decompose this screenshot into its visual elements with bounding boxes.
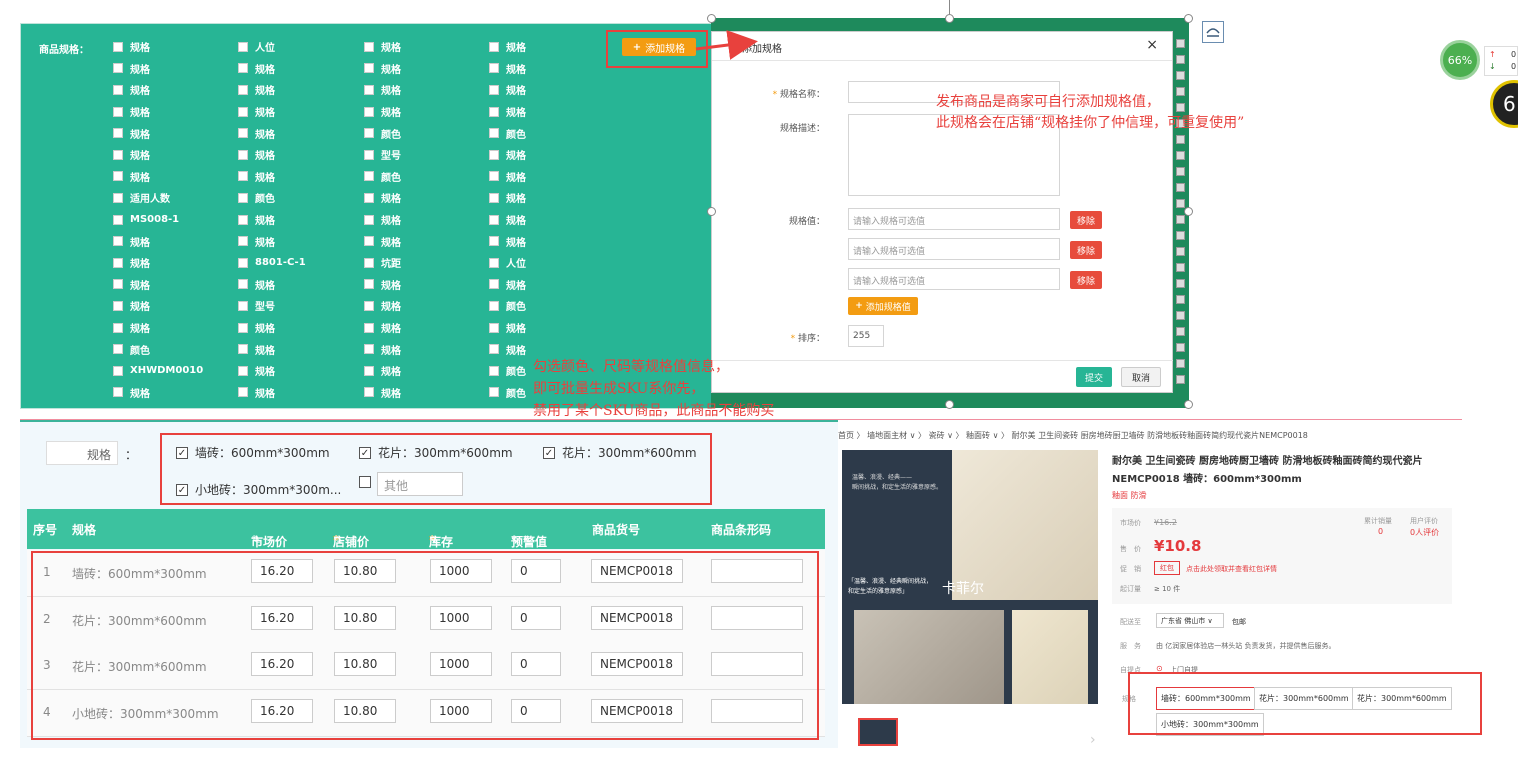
image-text-2: 瞬间挑战，和定生活的雅意原感。 bbox=[852, 484, 943, 491]
image-brand: 卡菲尔 bbox=[942, 581, 984, 597]
market-price-label: 市场价 bbox=[1120, 519, 1141, 527]
ship-region-select[interactable]: 广东省 佛山市 ∨ bbox=[1156, 613, 1224, 628]
promo-label: 促 销 bbox=[1120, 565, 1141, 573]
highlight-box-sku-rows bbox=[31, 551, 819, 740]
up-arrow-icon: ↑ bbox=[1489, 50, 1496, 59]
up-value: 0 bbox=[1511, 50, 1517, 59]
arrow-to-dialog bbox=[695, 30, 758, 60]
image-caption-1: 「温馨、浪漫、经典瞬间挑战， bbox=[848, 578, 933, 585]
review-value[interactable]: 0人评价 bbox=[1410, 527, 1439, 538]
service-label: 服 务 bbox=[1120, 642, 1141, 650]
speed-widget[interactable]: 66% bbox=[1440, 40, 1480, 80]
breadcrumb: 首页 〉 墙地面主材 ∨ 〉 瓷砖 ∨ 〉 釉面砖 ∨ 〉 耐尔美 卫生间瓷砖 … bbox=[838, 431, 1308, 440]
tile-sample-image bbox=[1012, 610, 1088, 704]
annotation-note-2-line-2: 即可批量生成SKU系你先， bbox=[533, 381, 705, 397]
ship-free: 包邮 bbox=[1232, 618, 1246, 626]
col-header-sku: 商品货号 bbox=[592, 523, 641, 537]
min-order-value: ≥ 10 件 bbox=[1154, 585, 1181, 593]
down-value: 0 bbox=[1511, 62, 1517, 71]
market-price: ¥16.2 bbox=[1154, 518, 1177, 527]
highlight-box-product-specs bbox=[1128, 672, 1482, 735]
current-price: ¥10.8 bbox=[1154, 537, 1202, 555]
col-header-barcode: 商品条形码 bbox=[711, 523, 772, 537]
room-image bbox=[854, 610, 1004, 704]
edit-icon[interactable]: ✎ bbox=[429, 533, 439, 547]
price-box: 市场价 ¥16.2 累计销量 0 用户评价 0人评价 售 价 ¥10.8 促 销… bbox=[1112, 508, 1452, 604]
annotation-note-1-line-1: 发布商品是商家可自行添加规格值， bbox=[936, 94, 1160, 110]
sku-spec-label-box: 规格 bbox=[46, 441, 118, 465]
highlight-box-options bbox=[160, 433, 712, 505]
sku-spec-colon: ： bbox=[125, 448, 138, 462]
annotation-note-2-line-3: 禁用了某个SKU商品，此商品不能购买 bbox=[533, 403, 775, 419]
image-text-1: 温馨、浪漫、经典—— bbox=[852, 474, 913, 481]
promo-link[interactable]: 点击此处领取并查看红包详情 bbox=[1186, 564, 1277, 574]
service-text: 由 亿润家居体验店一林头站 负责发货，并提供售后服务。 bbox=[1156, 642, 1336, 650]
col-header-no: 序号 bbox=[33, 523, 58, 537]
edit-icon[interactable]: ✎ bbox=[251, 533, 261, 547]
edit-icon[interactable]: ✎ bbox=[333, 533, 343, 547]
review-label: 用户评价 bbox=[1410, 517, 1438, 525]
sales-label: 累计销量 bbox=[1364, 517, 1392, 525]
chevron-right-icon[interactable]: › bbox=[1090, 732, 1096, 748]
product-title-line-2: NEMCP0018 墙砖：600mm*300mm bbox=[1112, 474, 1302, 485]
speed-readout: ↑ 0 ↓ 0 bbox=[1484, 46, 1518, 76]
col-header-spec: 规格 bbox=[72, 523, 97, 537]
image-caption-2: 和定生活的雅意原感」 bbox=[848, 588, 909, 595]
product-page: 首页 〉 墙地面主材 ∨ 〉 瓷砖 ∨ 〉 釉面砖 ∨ 〉 耐尔美 卫生间瓷砖 … bbox=[838, 420, 1518, 768]
down-arrow-icon: ↓ bbox=[1489, 62, 1496, 71]
ship-region-value: 广东省 佛山市 bbox=[1161, 617, 1206, 625]
min-order-label: 起订量 bbox=[1120, 585, 1141, 593]
annotation-note-2-line-1: 勾选颜色、尺码等规格值信息， bbox=[533, 359, 729, 375]
ship-label: 配送至 bbox=[1120, 618, 1141, 626]
sales-value: 0 bbox=[1378, 527, 1384, 536]
product-thumbnail[interactable] bbox=[858, 718, 898, 746]
annotation-note-1-line-2: 此规格会在店铺“规格挂你了仲信理，可重复使用” bbox=[936, 115, 1245, 131]
price-label: 售 价 bbox=[1120, 545, 1141, 553]
chevron-down-icon: ∨ bbox=[1207, 617, 1213, 625]
product-tags: 釉面 防滑 bbox=[1112, 491, 1147, 500]
sku-table-header: 序号 规格 市场价 ✎ * 店铺价 ✎ * 库存 ✎ 预警值 ✎ 商品货号 商品条形… bbox=[27, 509, 825, 549]
product-image[interactable]: 温馨、浪漫、经典—— 瞬间挑战，和定生活的雅意原感。 「温馨、浪漫、经典瞬间挑战… bbox=[842, 450, 1098, 704]
promo-badge: 红包 bbox=[1154, 561, 1180, 575]
product-title-line-1: 耐尔美 卫生间瓷砖 厨房地砖厨卫墙砖 防滑地板砖釉面砖简约现代瓷片 bbox=[1112, 456, 1423, 467]
edit-icon[interactable]: ✎ bbox=[511, 533, 521, 547]
